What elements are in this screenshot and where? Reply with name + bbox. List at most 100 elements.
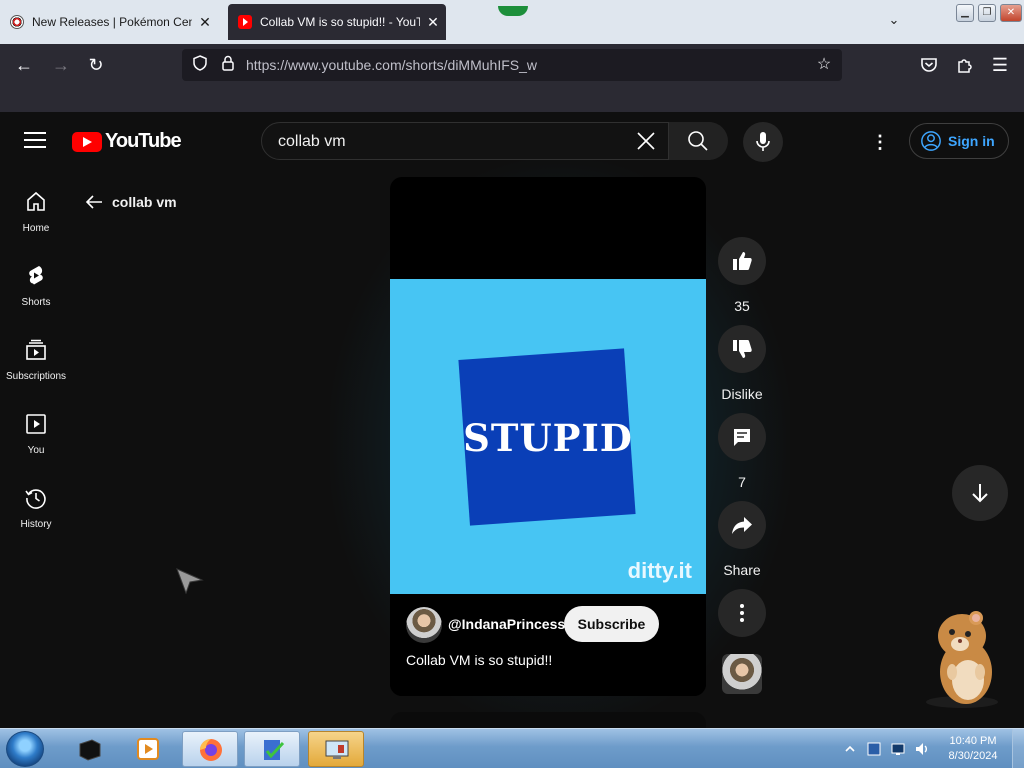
shorts-icon (29, 266, 43, 285)
forward-arrow-icon[interactable]: → (48, 52, 74, 78)
dislike-label: Dislike (721, 386, 763, 402)
youtube-logo[interactable]: YouTube (72, 130, 182, 153)
comments-action[interactable]: 7 (718, 413, 766, 490)
list-all-tabs-chevron-icon[interactable]: ⌄ (884, 12, 904, 32)
clear-search-icon[interactable] (634, 131, 658, 153)
sound-source-avatar[interactable] (722, 654, 762, 694)
sidebar-item-label: Home (22, 223, 50, 234)
tab-youtube-short[interactable]: Collab VM is so stupid!! - YouTu ✕ (228, 4, 446, 40)
share-action[interactable]: Share (718, 501, 766, 578)
sidebar-item-label: Subscriptions (5, 371, 67, 382)
dislike-action[interactable]: Dislike (718, 325, 766, 402)
short-player[interactable]: STUPID ditty.it @IndanaPrincess Subscrib… (390, 177, 706, 696)
youtube-logo-text: YouTube (105, 130, 182, 152)
sidebar-item-history[interactable]: History (0, 476, 72, 546)
search-button[interactable] (668, 122, 728, 160)
back-arrow-icon (84, 192, 106, 212)
minimize-icon[interactable]: ▁ (956, 4, 974, 22)
guide-menu-icon[interactable] (24, 132, 46, 148)
settings-more-icon[interactable]: ⋮ (868, 130, 892, 154)
more-vertical-icon (740, 604, 744, 622)
taskbar-app-black-box[interactable] (62, 731, 118, 767)
channel-avatar[interactable] (406, 607, 442, 643)
back-link-label: collab vm (112, 194, 177, 210)
sidebar-item-subscriptions[interactable]: Subscriptions (0, 328, 72, 398)
app-menu-icon[interactable]: ☰ (987, 52, 1013, 78)
url-bar[interactable]: https://www.youtube.com/shorts/diMMuhIFS… (182, 49, 842, 81)
taskbar-firefox[interactable] (182, 731, 238, 767)
like-button[interactable] (718, 237, 766, 285)
media-player-icon (137, 738, 159, 760)
taskbar-checklist-app[interactable] (244, 731, 300, 767)
pocket-icon[interactable] (916, 52, 942, 78)
monitor-icon (325, 740, 349, 759)
browser-nav-bar: ← → ↻ https://www.youtube.com/shorts/diM… (0, 44, 1024, 86)
video-caption-text: STUPID (463, 416, 633, 460)
microphone-icon (756, 132, 770, 151)
sidebar-item-shorts[interactable]: Shorts (0, 254, 72, 324)
action-center-flag-icon[interactable] (866, 741, 882, 757)
volume-icon[interactable] (914, 741, 930, 757)
clock-time: 10:40 PM (949, 735, 997, 747)
taskbar-clock[interactable]: 10:40 PM 8/30/2024 (934, 734, 1012, 764)
voice-search-button[interactable] (743, 122, 783, 162)
shield-icon[interactable] (190, 55, 210, 75)
wallpaper-decoration (498, 6, 528, 16)
youtube-play-logo-icon (72, 131, 102, 152)
share-label: Share (723, 562, 761, 578)
history-icon (25, 489, 46, 509)
window-close-icon[interactable]: ✕ (1000, 4, 1022, 22)
share-arrow-icon (732, 517, 752, 534)
short-info-panel: @IndanaPrincess Subscribe Collab VM is s… (390, 594, 706, 696)
channel-name[interactable]: @IndanaPrincess (448, 616, 565, 632)
system-tray (842, 739, 938, 759)
extensions-puzzle-icon[interactable] (952, 52, 978, 78)
sign-in-label: Sign in (948, 133, 995, 149)
close-tab-icon[interactable]: ✕ (198, 14, 212, 31)
back-to-search-link[interactable]: collab vm (84, 192, 177, 212)
back-arrow-icon[interactable]: ← (11, 52, 37, 78)
tab-title: New Releases | Pokémon Cente (32, 15, 192, 29)
lock-icon[interactable] (218, 55, 238, 75)
close-tab-icon[interactable]: ✕ (426, 14, 440, 31)
taskbar-remote-desktop[interactable] (308, 731, 364, 767)
network-icon[interactable] (890, 741, 906, 757)
tab-title: Collab VM is so stupid!! - YouTu (260, 15, 420, 29)
short-video-frame[interactable]: STUPID ditty.it (390, 279, 706, 594)
pokeball-icon (10, 15, 24, 29)
like-count: 35 (734, 298, 750, 314)
checklist-icon (264, 740, 285, 760)
mini-guide-sidebar: Home Shorts Subscriptions You History (0, 170, 72, 728)
search-box (261, 122, 728, 160)
dislike-button[interactable] (718, 325, 766, 373)
account-icon (921, 131, 941, 151)
taskbar-media-player[interactable] (120, 731, 176, 767)
sign-in-button[interactable]: Sign in (909, 123, 1009, 159)
comments-button[interactable] (718, 413, 766, 461)
sidebar-item-home[interactable]: Home (0, 180, 72, 250)
more-actions-button[interactable] (718, 589, 766, 637)
search-input[interactable] (278, 131, 618, 153)
tab-pokemon-center[interactable]: New Releases | Pokémon Cente ✕ (0, 4, 220, 40)
arrow-down-icon (972, 484, 988, 503)
show-hidden-icons-icon[interactable] (842, 741, 858, 757)
black-box-app-icon (79, 739, 101, 761)
video-watermark: ditty.it (627, 558, 692, 583)
windows-taskbar: 10:40 PM 8/30/2024 (0, 728, 1024, 768)
restore-icon[interactable]: ❐ (978, 4, 996, 22)
bookmark-star-icon[interactable]: ☆ (814, 55, 834, 75)
sidebar-item-you[interactable]: You (0, 402, 72, 472)
like-action[interactable]: 35 (718, 237, 766, 314)
hamster-desktop-pet-icon (926, 611, 998, 708)
sidebar-item-label: You (27, 445, 45, 456)
show-desktop-button[interactable] (1012, 729, 1024, 768)
share-button[interactable] (718, 501, 766, 549)
search-icon (688, 131, 708, 151)
next-short-button[interactable] (952, 465, 1008, 521)
reload-icon[interactable]: ↻ (83, 52, 109, 78)
subscribe-button[interactable]: Subscribe (564, 606, 659, 642)
url-text[interactable]: https://www.youtube.com/shorts/diMMuhIFS… (246, 57, 537, 73)
start-button-windows-icon[interactable] (6, 731, 44, 767)
comment-count: 7 (738, 474, 746, 490)
more-actions[interactable] (718, 589, 766, 637)
